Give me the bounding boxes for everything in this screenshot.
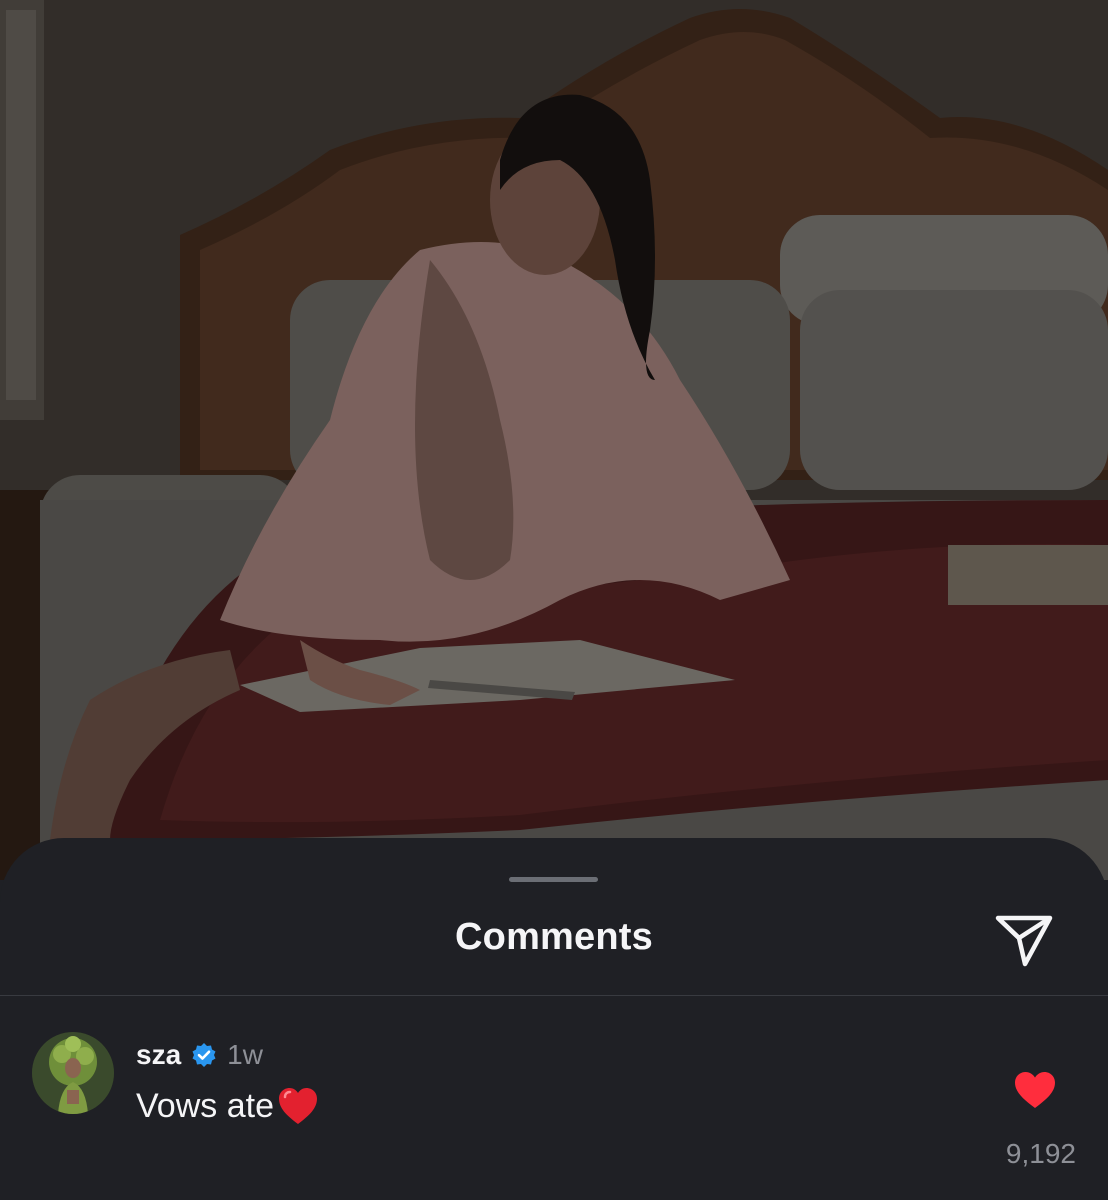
post-photo-illustration	[0, 0, 1108, 880]
screen: Comments sza 1w Vows ate 9,192	[0, 0, 1108, 1200]
comment-body: Vows ate	[136, 1084, 320, 1128]
avatar-image	[32, 1032, 114, 1114]
sheet-drag-handle[interactable]	[509, 877, 598, 882]
comments-sheet: Comments sza 1w Vows ate 9,192	[0, 838, 1108, 1200]
comment-timestamp: 1w	[227, 1039, 263, 1070]
comment-header: sza 1w	[136, 1038, 263, 1072]
like-button[interactable]	[1013, 1070, 1057, 1110]
share-button[interactable]	[992, 908, 1056, 968]
heart-filled-icon	[1015, 1072, 1055, 1108]
sheet-title: Comments	[455, 916, 653, 958]
red-heart-emoji	[278, 1088, 317, 1124]
post-photo	[0, 0, 1108, 880]
comment-item: sza 1w Vows ate 9,192	[0, 996, 1108, 1200]
avatar[interactable]	[32, 1032, 114, 1114]
verified-badge-icon	[192, 1043, 216, 1067]
like-count: 9,192	[1005, 1138, 1076, 1169]
comment-text: Vows ate	[136, 1086, 274, 1125]
paper-plane-icon	[995, 915, 1053, 967]
comment-username[interactable]: sza	[136, 1039, 181, 1071]
